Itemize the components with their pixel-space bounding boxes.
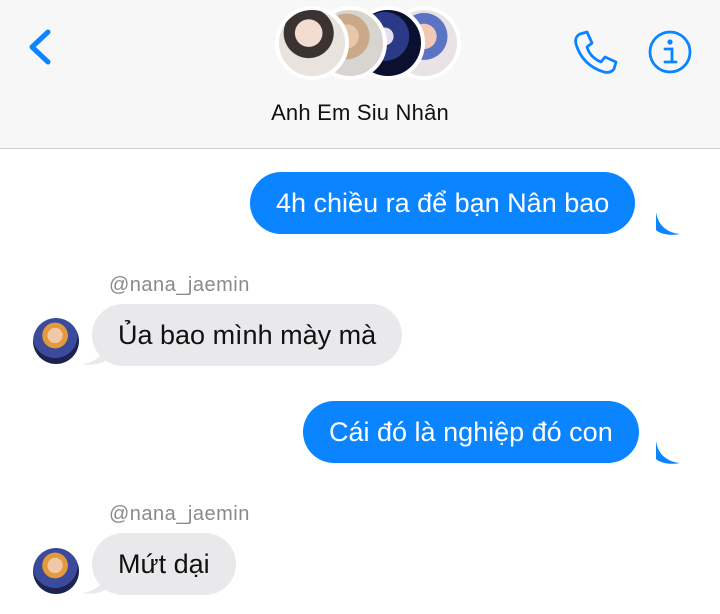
info-icon[interactable]: [646, 28, 694, 76]
incoming-message-bubble[interactable]: Mứt dại: [92, 533, 236, 595]
outgoing-message-bubble[interactable]: 4h chiều ra để bạn Nân bao: [250, 172, 636, 234]
chat-header: Anh Em Siu Nhân: [0, 0, 720, 149]
sender-name: @nana_jaemin: [109, 274, 250, 296]
incoming-message-bubble[interactable]: Ủa bao mình mày mà: [92, 304, 403, 366]
group-avatars[interactable]: [275, 6, 461, 86]
sender-name: @nana_jaemin: [109, 503, 250, 525]
outgoing-message-bubble[interactable]: Cái đó là nghiệp đó con: [303, 401, 639, 463]
group-title[interactable]: Anh Em Siu Nhân: [0, 100, 720, 126]
bubble-tail: [656, 441, 680, 464]
sender-avatar[interactable]: [33, 548, 79, 594]
bubble-tail: [656, 212, 680, 235]
member-avatar: [275, 6, 349, 80]
phone-icon[interactable]: [570, 28, 620, 76]
chevron-left-icon[interactable]: [18, 24, 64, 70]
sender-avatar[interactable]: [33, 318, 79, 364]
